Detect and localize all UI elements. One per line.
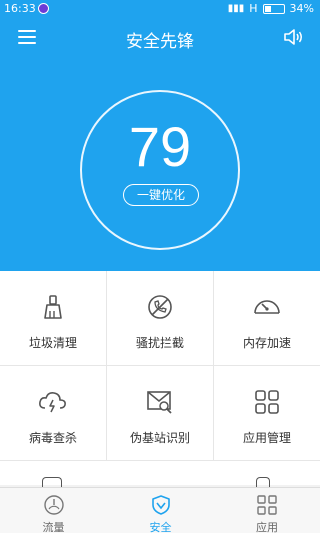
tile-label: 垃圾清理 (28, 336, 77, 350)
harassment-block-tile[interactable]: 骚扰拦截 (107, 271, 214, 366)
one-click-optimize-button[interactable]: 一键优化 (123, 184, 199, 206)
nav-label: 安全 (149, 521, 172, 533)
bottom-nav: 流量 安全 应用 (0, 487, 320, 533)
nav-label: 应用 (256, 521, 278, 533)
app-manage-tile[interactable]: 应用管理 (214, 366, 320, 461)
feature-grid: 垃圾清理 骚扰拦截 内存加速 病毒查杀 伪基站识别 应用管理 (0, 271, 320, 485)
nav-item-security[interactable]: 安全 (107, 488, 214, 533)
virus-scan-tile[interactable]: 病毒查杀 (0, 366, 107, 461)
header-area: 16:33 ▮▮▮ H 34% 安全先锋 79 一键优化 (0, 0, 320, 271)
notification-icon (38, 3, 49, 14)
nav-item-traffic[interactable]: 流量 (0, 488, 107, 533)
status-time: 16:33 (4, 2, 36, 15)
tile-label: 伪基站识别 (129, 431, 190, 445)
fake-station-detect-tile[interactable]: 伪基站识别 (107, 366, 214, 461)
virus-cloud-icon (39, 392, 66, 413)
tile-label: 骚扰拦截 (135, 336, 184, 350)
nav-label: 流量 (42, 521, 65, 533)
nav-item-apps[interactable]: 应用 (214, 488, 320, 533)
tile-label: 应用管理 (242, 431, 291, 445)
network-type: H (249, 2, 258, 15)
gauge-icon (43, 495, 64, 515)
memory-boost-tile[interactable]: 内存加速 (214, 271, 320, 366)
speaker-icon[interactable] (282, 27, 304, 47)
battery-level: 34% (289, 2, 314, 15)
tile-label: 内存加速 (242, 336, 291, 350)
security-score: 79 (128, 115, 192, 178)
speedometer-icon (254, 300, 280, 314)
apps-icon (257, 495, 277, 515)
broom-icon (44, 295, 62, 319)
partial-tile-icon (42, 477, 62, 487)
grid-apps-icon (255, 390, 279, 414)
title-bar: 安全先锋 (0, 22, 320, 54)
score-ring: 79 一键优化 (80, 90, 240, 250)
partial-tile-icon (256, 477, 270, 487)
page-title: 安全先锋 (126, 32, 194, 52)
junk-clean-tile[interactable]: 垃圾清理 (0, 271, 107, 366)
status-bar: 16:33 ▮▮▮ H 34% (0, 0, 320, 18)
tile-label: 病毒查杀 (28, 431, 77, 445)
phone-block-icon (148, 295, 172, 319)
signal-icon: ▮▮▮ (227, 3, 245, 14)
battery-icon (262, 3, 285, 14)
shield-icon (151, 495, 170, 515)
envelope-search-icon (147, 391, 172, 414)
